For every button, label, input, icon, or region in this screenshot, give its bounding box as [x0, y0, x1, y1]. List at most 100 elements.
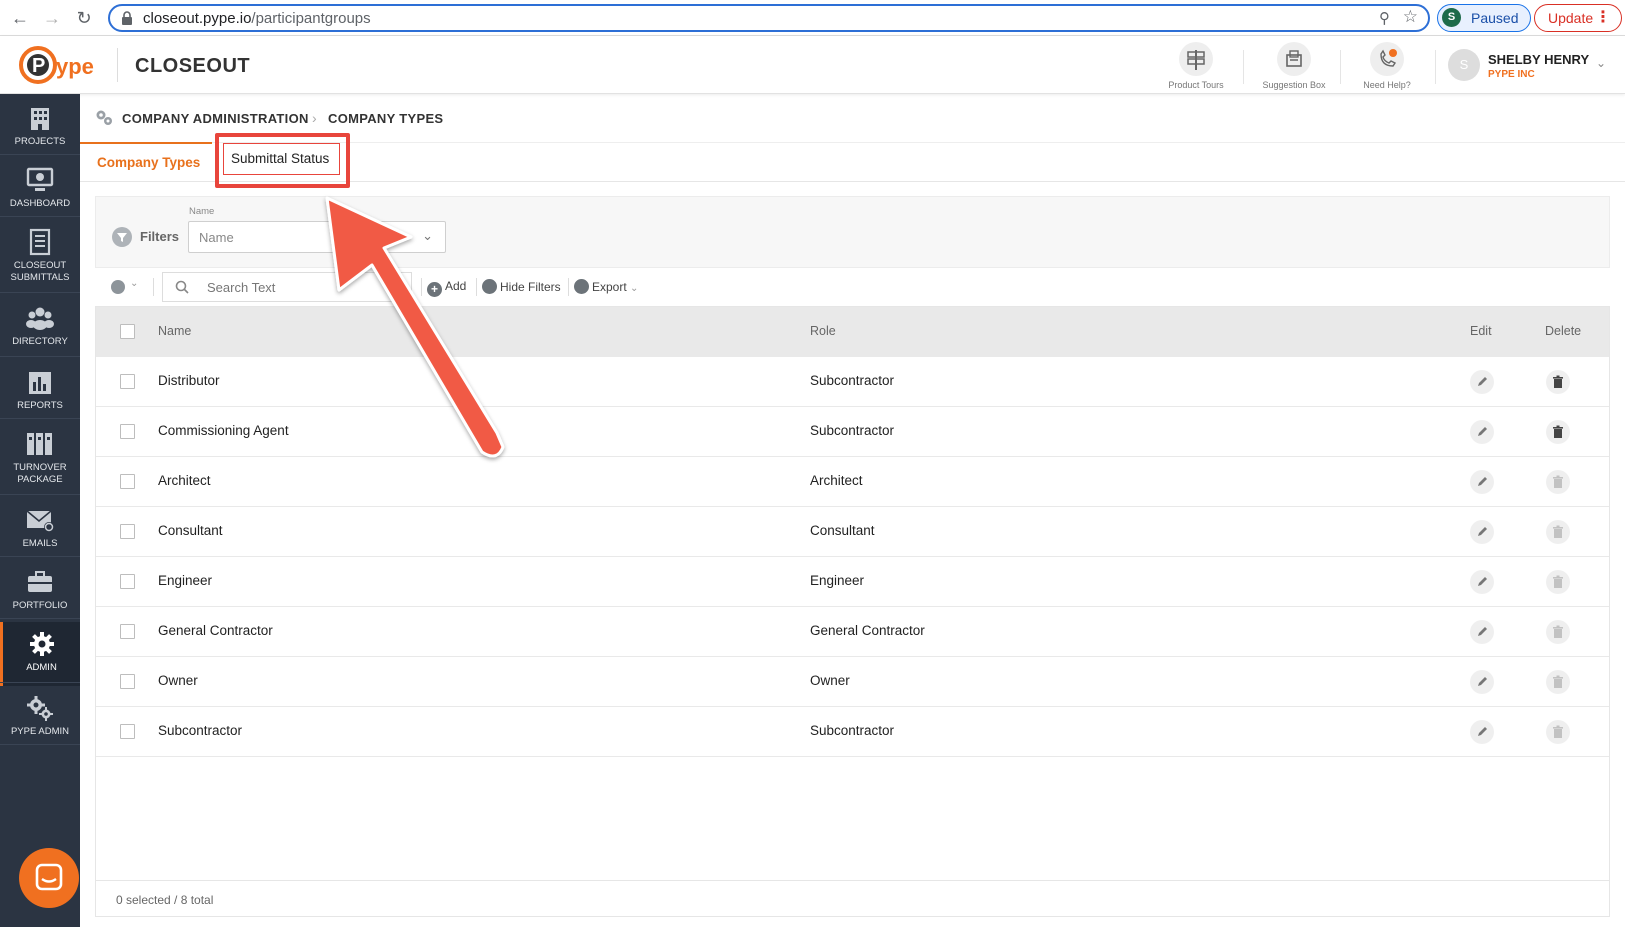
pencil-icon	[1478, 427, 1487, 436]
cell-name: General Contractor	[158, 623, 273, 638]
sidebar-item-turnover-package[interactable]: TURNOVER PACKAGE	[0, 422, 80, 492]
export-button[interactable]: Export ⌄	[574, 279, 638, 294]
tab-company-types[interactable]: Company Types	[79, 142, 213, 170]
user-company: PYPE INC	[1488, 69, 1535, 80]
row-checkbox[interactable]	[120, 424, 135, 439]
user-avatar[interactable]: S	[1448, 49, 1480, 81]
sidebar-item-portfolio[interactable]: PORTFOLIO	[0, 560, 80, 624]
table-row[interactable]: General Contractor General Contractor	[96, 607, 1609, 657]
table-header: Name Role Edit Delete	[96, 307, 1609, 357]
delete-button[interactable]	[1546, 370, 1570, 394]
export-label: Export	[592, 280, 627, 294]
cell-role: Subcontractor	[810, 373, 895, 388]
row-checkbox[interactable]	[120, 674, 135, 689]
table-row[interactable]: Consultant Consultant	[96, 507, 1609, 557]
cell-name: Subcontractor	[158, 723, 243, 738]
search-placeholder: Search Text	[207, 280, 276, 295]
monitor-icon	[25, 166, 55, 194]
delete-button[interactable]	[1546, 670, 1570, 694]
sidebar-item-emails[interactable]: EMAILS	[0, 498, 80, 562]
cell-role: Architect	[810, 473, 863, 488]
sidebar-item-admin[interactable]: ADMIN	[0, 622, 80, 686]
add-button[interactable]: + Add	[427, 279, 466, 297]
gears-icon	[25, 694, 55, 722]
chevron-down-icon[interactable]: ⌄	[130, 278, 138, 289]
search-input[interactable]: Search Text	[162, 272, 412, 302]
table-row[interactable]: Commissioning Agent Subcontractor	[96, 407, 1609, 457]
column-header-name[interactable]: Name	[158, 324, 191, 338]
address-bar[interactable]: closeout.pype.io/participantgroups ⚲ ☆	[108, 4, 1430, 32]
reload-icon[interactable]: ↻	[72, 6, 96, 30]
sidebar-item-label: EMAILS	[22, 538, 58, 549]
row-checkbox[interactable]	[120, 624, 135, 639]
chevron-down-icon[interactable]: ⌄	[1596, 56, 1606, 70]
update-button[interactable]: Update ⋮	[1534, 4, 1622, 32]
edit-button[interactable]	[1470, 520, 1494, 544]
sidebar-item-pype-admin[interactable]: PYPE ADMIN	[0, 686, 80, 750]
breadcrumb-parent[interactable]: COMPANY ADMINISTRATION	[122, 111, 309, 126]
chevron-down-icon: ⌄	[422, 228, 433, 243]
sidebar-divider	[0, 618, 80, 619]
table-row[interactable]: Engineer Engineer	[96, 557, 1609, 607]
edit-button[interactable]	[1470, 470, 1494, 494]
chat-icon	[35, 863, 63, 891]
sidebar-item-dashboard[interactable]: DASHBOARD	[0, 158, 80, 222]
edit-button[interactable]	[1470, 720, 1494, 744]
edit-button[interactable]	[1470, 420, 1494, 444]
delete-button[interactable]	[1546, 620, 1570, 644]
select-all-checkbox[interactable]	[120, 324, 135, 339]
row-checkbox[interactable]	[120, 374, 135, 389]
forward-icon[interactable]: →	[40, 6, 64, 30]
delete-button[interactable]	[1546, 720, 1570, 744]
product-tours-button[interactable]: Product Tours	[1156, 42, 1236, 90]
need-help-button[interactable]: Need Help?	[1347, 42, 1427, 90]
sidebar-item-projects[interactable]: PROJECTS	[0, 96, 80, 160]
delete-button[interactable]	[1546, 570, 1570, 594]
key-icon[interactable]: ⚲	[1379, 9, 1390, 27]
edit-button[interactable]	[1470, 620, 1494, 644]
delete-button[interactable]	[1546, 420, 1570, 444]
row-checkbox[interactable]	[120, 524, 135, 539]
tab-submittal-status[interactable]: Submittal Status	[223, 143, 340, 175]
hide-filters-button[interactable]: Hide Filters	[482, 279, 561, 294]
edit-button[interactable]	[1470, 670, 1494, 694]
hide-filters-label: Hide Filters	[500, 280, 561, 294]
name-filter-label: Name	[189, 206, 215, 217]
back-icon[interactable]: ←	[8, 6, 32, 30]
delete-button[interactable]	[1546, 470, 1570, 494]
company-types-table: Name Role Edit Delete Distributor Subcont…	[95, 306, 1610, 917]
row-checkbox[interactable]	[120, 724, 135, 739]
table-row[interactable]: Architect Architect	[96, 457, 1609, 507]
pencil-icon	[1478, 527, 1487, 536]
name-filter-select[interactable]: Name ⌄	[188, 221, 446, 253]
row-checkbox[interactable]	[120, 474, 135, 489]
sidebar-item-directory[interactable]: DIRECTORY	[0, 296, 80, 360]
kebab-menu-icon: ⋮	[1595, 9, 1611, 26]
column-header-role[interactable]: Role	[810, 324, 836, 338]
table-row[interactable]: Owner Owner	[96, 657, 1609, 707]
table-row[interactable]: Subcontractor Subcontractor	[96, 707, 1609, 757]
lock-icon	[122, 11, 132, 25]
header-separator	[1435, 50, 1436, 84]
grid-toolbar: ⌄ Search Text + Add Hide Filters Export ⌄	[95, 272, 1610, 304]
name-filter-value: Name	[199, 230, 234, 245]
sidebar-divider	[0, 494, 80, 495]
row-checkbox[interactable]	[120, 574, 135, 589]
briefcase-icon	[25, 568, 55, 596]
table-row[interactable]: Distributor Subcontractor	[96, 357, 1609, 407]
sidebar-item-reports[interactable]: REPORTS	[0, 360, 80, 424]
trash-icon	[1553, 725, 1563, 738]
suggestion-box-button[interactable]: Suggestion Box	[1254, 42, 1334, 90]
user-name[interactable]: SHELBY HENRY	[1488, 52, 1589, 67]
edit-button[interactable]	[1470, 570, 1494, 594]
column-picker-icon[interactable]	[111, 280, 125, 294]
chat-launcher-button[interactable]	[19, 848, 79, 908]
edit-button[interactable]	[1470, 370, 1494, 394]
profile-button[interactable]: S Paused	[1437, 4, 1531, 32]
delete-button[interactable]	[1546, 520, 1570, 544]
tab-submittal-status-label: Submittal Status	[231, 151, 330, 166]
sidebar-item-closeout-submittals[interactable]: CLOSEOUT SUBMITTALS	[0, 220, 80, 290]
bookmark-star-icon[interactable]: ☆	[1403, 7, 1418, 27]
cell-role: Engineer	[810, 573, 865, 588]
pencil-icon	[1478, 727, 1487, 736]
